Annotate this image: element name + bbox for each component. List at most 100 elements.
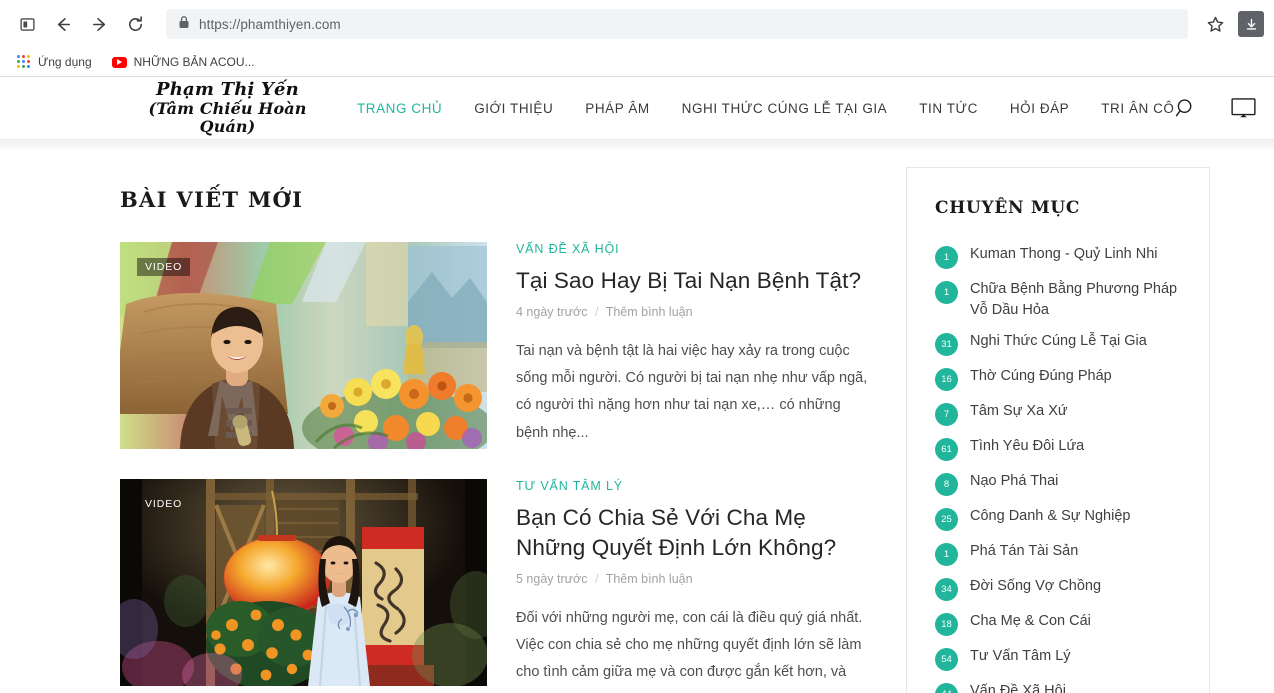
star-icon[interactable] — [1198, 7, 1232, 41]
category-label: Vấn Đề Xã Hội — [970, 681, 1066, 693]
category-label: Thờ Cúng Đúng Pháp — [970, 366, 1112, 387]
back-arrow-icon[interactable] — [46, 7, 80, 41]
category-count-badge: 34 — [935, 578, 958, 601]
browser-chrome: https://phamthiyen.com Ứng dụng — [0, 0, 1274, 77]
category-count-badge: 31 — [935, 333, 958, 356]
nav-item-gioi-thieu[interactable]: GIỚI THIỆU — [474, 101, 553, 116]
forward-arrow-icon[interactable] — [82, 7, 116, 41]
video-badge: VIDEO — [137, 258, 190, 276]
nav-item-hoi-dap[interactable]: HỎI ĐÁP — [1010, 101, 1069, 116]
bookmark-youtube[interactable]: NHỮNG BẢN ACOU... — [105, 53, 262, 71]
category-label: Phá Tán Tài Sản — [970, 541, 1078, 562]
post-category[interactable]: TƯ VẤN TÂM LÝ — [516, 479, 876, 493]
category-item-cong-danh-su-nghiep[interactable]: 25 Công Danh & Sự Nghiệp — [935, 501, 1181, 536]
tab-search-icon[interactable] — [10, 7, 44, 41]
category-count-badge: 8 — [935, 473, 958, 496]
site-logo[interactable]: Phạm Thị Yến (Tâm Chiếu Hoàn Quán) — [120, 80, 335, 136]
category-count-badge: 16 — [935, 368, 958, 391]
download-icon[interactable] — [1238, 11, 1264, 37]
category-item-nghi-thuc-cung-le-tai-gia[interactable]: 31 Nghi Thức Cúng Lễ Tại Gia — [935, 326, 1181, 361]
category-label: Nạo Phá Thai — [970, 471, 1058, 492]
apps-grid-icon — [17, 55, 31, 69]
post-excerpt: Tai nạn và bệnh tật là hai việc hay xảy … — [516, 338, 876, 447]
header-shadow-band — [0, 140, 1274, 150]
address-bar[interactable]: https://phamthiyen.com — [166, 9, 1188, 39]
sidebar: CHUYÊN MỤC 1 Kuman Thong - Quỷ Linh Nhi … — [906, 150, 1210, 693]
post-meta: 4 ngày trước / Thêm bình luận — [516, 305, 876, 319]
category-label: Nghi Thức Cúng Lễ Tại Gia — [970, 331, 1147, 352]
category-item-tho-cung-dung-phap[interactable]: 16 Thờ Cúng Đúng Pháp — [935, 361, 1181, 396]
search-icon[interactable] — [1174, 96, 1199, 121]
post-comments-link[interactable]: Thêm bình luận — [606, 305, 693, 319]
nav-item-nghi-thuc-cung-le-tai-gia[interactable]: NGHI THỨC CÚNG LỄ TẠI GIA — [682, 101, 888, 116]
category-label: Đời Sống Vợ Chồng — [970, 576, 1101, 597]
post-title[interactable]: Tại Sao Hay Bị Tai Nạn Bệnh Tật? — [516, 266, 876, 296]
bookmarks-bar: Ứng dụng NHỮNG BẢN ACOU... — [0, 48, 1274, 76]
category-item-kuman-thong[interactable]: 1 Kuman Thong - Quỷ Linh Nhi — [935, 239, 1181, 274]
category-item-van-de-xa-hoi[interactable]: 44 Vấn Đề Xã Hội — [935, 676, 1181, 693]
post-excerpt: Đối với những người mẹ, con cái là điều … — [516, 605, 876, 693]
nav-item-tri-an-co[interactable]: TRI ÂN CÔ — [1101, 101, 1174, 116]
category-item-tinh-yeu-doi-lua[interactable]: 61 Tình Yêu Đôi Lứa — [935, 431, 1181, 466]
category-item-nao-pha-thai[interactable]: 8 Nạo Phá Thai — [935, 466, 1181, 501]
post-category[interactable]: VẤN ĐỀ XÃ HỘI — [516, 242, 876, 256]
bookmark-apps-label: Ứng dụng — [38, 55, 92, 69]
main-navigation: TRANG CHỦ GIỚI THIỆU PHÁP ÂM NGHI THỨC C… — [357, 101, 1174, 116]
page-content: BÀI VIẾT MỚI — [0, 150, 1274, 693]
category-count-badge: 61 — [935, 438, 958, 461]
category-count-badge: 44 — [935, 683, 958, 693]
site-logo-line2: (Tâm Chiếu Hoàn Quán) — [120, 100, 335, 136]
url-text: https://phamthiyen.com — [199, 17, 341, 32]
post-item: VIDEO TƯ VẤN TÂM LÝ Bạn Có Chia Sẻ Với C… — [120, 479, 876, 693]
bookmark-apps[interactable]: Ứng dụng — [10, 53, 99, 71]
post-item: VIDEO VẤN ĐỀ XÃ HỘI Tại Sao Hay Bị Tai N… — [120, 242, 876, 449]
category-count-badge: 1 — [935, 246, 958, 269]
category-label: Tâm Sự Xa Xứ — [970, 401, 1068, 422]
category-label: Tư Vấn Tâm Lý — [970, 646, 1071, 667]
post-body: VẤN ĐỀ XÃ HỘI Tại Sao Hay Bị Tai Nạn Bện… — [516, 242, 876, 449]
meta-separator: / — [591, 572, 602, 586]
post-thumbnail[interactable]: VIDEO — [120, 242, 487, 449]
reload-icon[interactable] — [118, 7, 152, 41]
site-logo-line1: Phạm Thị Yến — [120, 80, 335, 100]
meta-separator: / — [591, 305, 602, 319]
main-column: BÀI VIẾT MỚI — [120, 150, 906, 693]
post-thumbnail[interactable]: VIDEO — [120, 479, 487, 686]
category-label: Tình Yêu Đôi Lứa — [970, 436, 1084, 457]
header-tools — [1174, 96, 1274, 121]
category-count-badge: 1 — [935, 543, 958, 566]
category-item-doi-song-vo-chong[interactable]: 34 Đời Sống Vợ Chồng — [935, 571, 1181, 606]
youtube-icon — [112, 57, 127, 68]
category-list: 1 Kuman Thong - Quỷ Linh Nhi 1 Chữa Bệnh… — [935, 239, 1181, 693]
post-comments-link[interactable]: Thêm bình luận — [606, 572, 693, 586]
category-item-cha-me-con-cai[interactable]: 18 Cha Mẹ & Con Cái — [935, 606, 1181, 641]
categories-widget-title: CHUYÊN MỤC — [935, 198, 1181, 218]
nav-item-phap-am[interactable]: PHÁP ÂM — [585, 101, 649, 116]
category-label: Kuman Thong - Quỷ Linh Nhi — [970, 244, 1158, 265]
post-meta: 5 ngày trước / Thêm bình luận — [516, 572, 876, 586]
category-item-chua-benh-vo-dau-hoa[interactable]: 1 Chữa Bệnh Bằng Phương Pháp Vỗ Dầu Hỏa — [935, 274, 1181, 326]
page-title: BÀI VIẾT MỚI — [120, 187, 876, 212]
category-count-badge: 7 — [935, 403, 958, 426]
page-viewport: Phạm Thị Yến (Tâm Chiếu Hoàn Quán) TRANG… — [0, 77, 1274, 693]
category-count-badge: 54 — [935, 648, 958, 671]
category-count-badge: 18 — [935, 613, 958, 636]
browser-toolbar: https://phamthiyen.com — [0, 0, 1274, 48]
post-date: 4 ngày trước — [516, 305, 587, 319]
category-item-tam-su-xa-xu[interactable]: 7 Tâm Sự Xa Xứ — [935, 396, 1181, 431]
monitor-icon[interactable] — [1230, 96, 1257, 120]
bookmark-youtube-label: NHỮNG BẢN ACOU... — [134, 55, 255, 69]
post-date: 5 ngày trước — [516, 572, 587, 586]
category-label: Công Danh & Sự Nghiệp — [970, 506, 1130, 527]
category-item-tu-van-tam-ly[interactable]: 54 Tư Vấn Tâm Lý — [935, 641, 1181, 676]
category-item-pha-tan-tai-san[interactable]: 1 Phá Tán Tài Sản — [935, 536, 1181, 571]
category-label: Cha Mẹ & Con Cái — [970, 611, 1091, 632]
nav-item-tin-tuc[interactable]: TIN TỨC — [919, 101, 978, 116]
category-count-badge: 1 — [935, 281, 958, 304]
video-badge: VIDEO — [137, 495, 190, 513]
categories-widget: CHUYÊN MỤC 1 Kuman Thong - Quỷ Linh Nhi … — [906, 167, 1210, 693]
nav-item-trang-chu[interactable]: TRANG CHỦ — [357, 101, 442, 116]
category-label: Chữa Bệnh Bằng Phương Pháp Vỗ Dầu Hỏa — [970, 279, 1181, 321]
category-count-badge: 25 — [935, 508, 958, 531]
post-title[interactable]: Bạn Có Chia Sẻ Với Cha Mẹ Những Quyết Đị… — [516, 503, 876, 563]
